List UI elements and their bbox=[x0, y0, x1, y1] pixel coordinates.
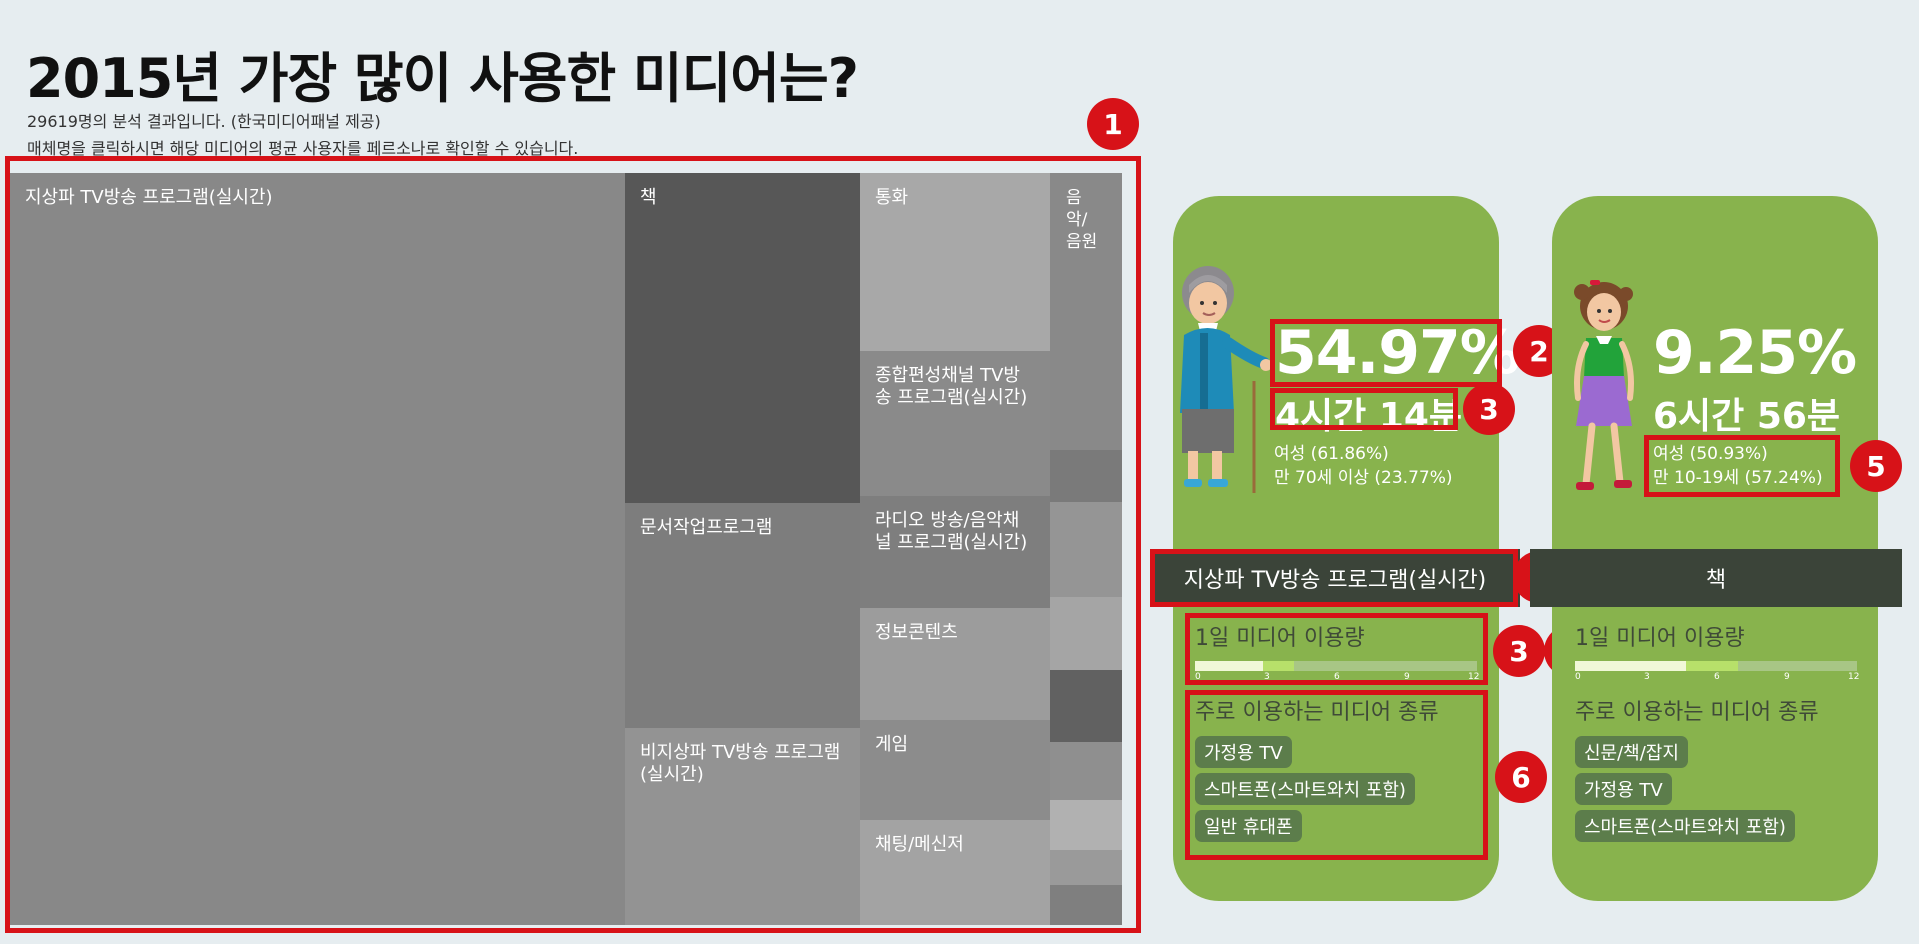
media-type-chip[interactable]: 신문/책/잡지 bbox=[1575, 736, 1688, 768]
usage-bar-fill-extra bbox=[1685, 661, 1738, 671]
elderly-woman-icon bbox=[1180, 266, 1270, 493]
media-type-chip[interactable]: 가정용 TV bbox=[1195, 736, 1292, 768]
tick-label: 12 bbox=[1848, 672, 1860, 682]
treemap-label: 음악/음원 bbox=[1066, 188, 1098, 252]
tick-label: 3 bbox=[1264, 672, 1270, 682]
persona-time-right: 6시간 56분 bbox=[1653, 396, 1841, 437]
treemap-label: 정보콘텐츠 bbox=[875, 622, 958, 643]
annotation-badge: 3 bbox=[1463, 383, 1515, 435]
treemap-cell-info-content[interactable]: 정보콘텐츠 bbox=[860, 608, 1050, 720]
persona-percent-right: 9.25% bbox=[1653, 318, 1857, 388]
treemap-label: 채팅/메신저 bbox=[875, 834, 964, 855]
teen-girl-icon bbox=[1574, 280, 1634, 490]
description-line-1: 29619명의 분석 결과입니다. (한국미디어패널 제공) bbox=[27, 112, 381, 131]
treemap-label: 통화 bbox=[875, 187, 909, 208]
treemap-cell-non-terrestrial-tv[interactable]: 비지상파 TV방송 프로그램(실시간) bbox=[625, 728, 860, 925]
treemap-cell-chat[interactable]: 채팅/메신저 bbox=[860, 820, 1050, 925]
media-treemap: 지상파 TV방송 프로그램(실시간) 책 문서작업프로그램 비지상파 TV방송 … bbox=[10, 173, 1125, 925]
tick-label: 9 bbox=[1404, 672, 1410, 682]
annotation-badge: 1 bbox=[1087, 98, 1139, 150]
persona-age-left: 만 70세 이상 (23.77%) bbox=[1274, 468, 1453, 488]
usage-bar-fill-base bbox=[1575, 661, 1686, 671]
tick-label: 3 bbox=[1644, 672, 1650, 682]
treemap-cell-radio[interactable]: 라디오 방송/음악채널 프로그램(실시간) bbox=[860, 496, 1050, 608]
treemap-small-cell[interactable] bbox=[1050, 742, 1122, 800]
usage-ticks-right: 0 3 6 9 12 bbox=[1575, 672, 1860, 684]
media-types-label-right: 주로 이용하는 미디어 종류 bbox=[1575, 700, 1819, 725]
treemap-label: 게임 bbox=[875, 734, 909, 755]
persona-percent-left: 54.97% bbox=[1275, 318, 1520, 388]
treemap-label: 책 bbox=[640, 187, 657, 208]
media-type-chip[interactable]: 스마트폰(스마트와치 포함) bbox=[1195, 773, 1415, 805]
treemap-small-cell[interactable] bbox=[1050, 850, 1122, 885]
tick-label: 9 bbox=[1784, 672, 1790, 682]
annotation-badge: 6 bbox=[1495, 751, 1547, 803]
usage-bar-fill-base bbox=[1195, 661, 1263, 671]
tick-label: 0 bbox=[1575, 672, 1581, 682]
annotation-badge: 5 bbox=[1850, 440, 1902, 492]
media-types-label-left: 주로 이용하는 미디어 종류 bbox=[1195, 700, 1439, 725]
media-type-chip[interactable]: 스마트폰(스마트와치 포함) bbox=[1575, 810, 1795, 842]
treemap-small-cell[interactable] bbox=[1050, 502, 1122, 597]
usage-bar-left bbox=[1195, 661, 1477, 671]
treemap-small-cell[interactable] bbox=[1050, 450, 1122, 502]
description-line-2: 매체명을 클릭하시면 해당 미디어의 평균 사용자를 페르소나로 확인할 수 있… bbox=[27, 139, 579, 158]
treemap-cell-general-channel-tv[interactable]: 종합편성채널 TV방송 프로그램(실시간) bbox=[860, 351, 1050, 496]
tick-label: 0 bbox=[1195, 672, 1201, 682]
media-tab-right[interactable]: 책 bbox=[1530, 549, 1902, 607]
treemap-cell-document[interactable]: 문서작업프로그램 bbox=[625, 503, 860, 728]
treemap-small-cell[interactable] bbox=[1050, 597, 1122, 670]
usage-label-right: 1일 미디어 이용량 bbox=[1575, 626, 1745, 651]
persona-gender-right: 여성 (50.93%) bbox=[1653, 444, 1768, 464]
usage-ticks-left: 0 3 6 9 12 bbox=[1195, 672, 1480, 684]
treemap-label: 비지상파 TV방송 프로그램(실시간) bbox=[640, 742, 841, 785]
usage-bar-fill-extra bbox=[1262, 661, 1295, 671]
tick-label: 12 bbox=[1468, 672, 1480, 682]
usage-bar-right bbox=[1575, 661, 1857, 671]
treemap-cell-terrestrial-tv[interactable]: 지상파 TV방송 프로그램(실시간) bbox=[10, 173, 625, 925]
media-type-chip[interactable]: 가정용 TV bbox=[1575, 773, 1672, 805]
treemap-small-cell[interactable] bbox=[1050, 670, 1122, 742]
page-title: 2015년 가장 많이 사용한 미디어는? bbox=[26, 47, 859, 110]
media-tab-left[interactable]: 지상파 TV방송 프로그램(실시간) bbox=[1150, 549, 1520, 607]
treemap-small-cell[interactable] bbox=[1050, 800, 1122, 850]
tick-label: 6 bbox=[1714, 672, 1720, 682]
treemap-label: 지상파 TV방송 프로그램(실시간) bbox=[25, 187, 273, 208]
usage-label-left: 1일 미디어 이용량 bbox=[1195, 626, 1365, 651]
tick-label: 6 bbox=[1334, 672, 1340, 682]
media-type-chip[interactable]: 일반 휴대폰 bbox=[1195, 810, 1302, 842]
persona-gender-left: 여성 (61.86%) bbox=[1274, 444, 1389, 464]
treemap-label: 문서작업프로그램 bbox=[640, 517, 773, 538]
treemap-cell-game[interactable]: 게임 bbox=[860, 720, 1050, 820]
persona-time-left: 4시간 14분 bbox=[1275, 396, 1463, 437]
treemap-cell-music[interactable]: 음악/음원 bbox=[1050, 173, 1122, 450]
persona-age-right: 만 10-19세 (57.24%) bbox=[1653, 468, 1823, 488]
annotation-badge: 3 bbox=[1493, 625, 1545, 677]
treemap-cell-book[interactable]: 책 bbox=[625, 173, 860, 503]
treemap-label: 종합편성채널 TV방송 프로그램(실시간) bbox=[875, 365, 1028, 408]
treemap-label: 라디오 방송/음악채널 프로그램(실시간) bbox=[875, 510, 1028, 553]
treemap-cell-call[interactable]: 통화 bbox=[860, 173, 1050, 351]
treemap-small-cell[interactable] bbox=[1050, 885, 1122, 925]
